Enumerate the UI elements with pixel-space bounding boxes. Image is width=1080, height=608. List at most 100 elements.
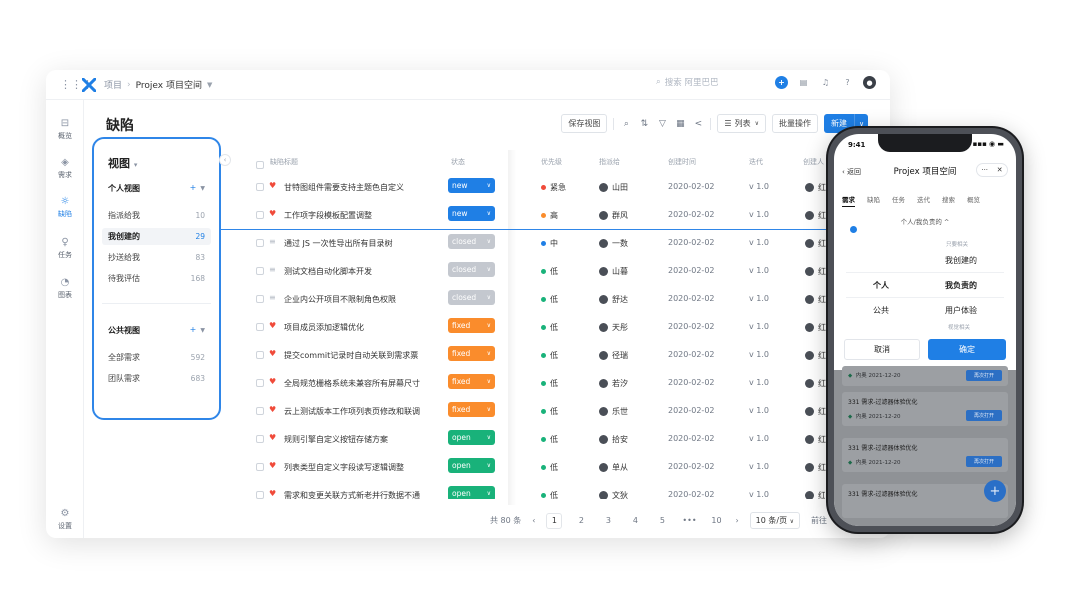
tab-requirements[interactable]: 需求 (842, 194, 855, 207)
priority[interactable]: 紧急 (541, 182, 566, 193)
nav-item-tasks[interactable]: ♀ 任务 (46, 237, 84, 260)
share-icon[interactable]: < (692, 119, 704, 129)
view-filter[interactable]: 个人/我负责的 ^ (834, 216, 1016, 226)
priority[interactable]: 低 (541, 322, 558, 333)
row-checkbox[interactable] (256, 183, 264, 191)
fields-icon[interactable]: ▦ (674, 119, 686, 129)
row-title[interactable]: 测试文档自动化脚本开发 (284, 266, 372, 277)
row-title[interactable]: 甘特图组件需要支持主题色自定义 (284, 182, 404, 193)
row-checkbox[interactable] (256, 379, 264, 387)
table-row[interactable]: ♥ 需求和变更关联方式新老并行数据不通 open ∨ 低 文狄 2020-02-02 v 1.… (255, 481, 825, 499)
nav-item-charts[interactable]: ◔ 图表 (46, 277, 84, 300)
status-dropdown[interactable]: fixed ∨ (448, 402, 495, 417)
page-ellipsis[interactable]: ••• (681, 513, 697, 529)
assignee[interactable]: 群风 (599, 210, 628, 221)
view-item-active[interactable]: 我创建的 29 (102, 228, 211, 245)
row-checkbox[interactable] (256, 463, 264, 471)
status-dropdown[interactable]: open ∨ (448, 430, 495, 445)
reopen-button[interactable]: 再次打开 (966, 456, 1002, 467)
assignee[interactable]: 径瑞 (599, 350, 628, 361)
row-checkbox[interactable] (256, 239, 264, 247)
row-title[interactable]: 提交commit记录时自动关联到需求票 (284, 350, 418, 361)
view-item[interactable]: 团队需求 683 (102, 370, 211, 387)
status-dropdown[interactable]: open ∨ (448, 486, 495, 499)
page-size-select[interactable]: 10 条/页 ∨ (749, 512, 801, 529)
row-checkbox[interactable] (256, 211, 264, 219)
tab-tasks[interactable]: 任务 (892, 194, 905, 207)
reopen-button[interactable]: 再次打开 (966, 370, 1002, 381)
add-icon[interactable]: + (775, 76, 788, 89)
status-dropdown[interactable]: fixed ∨ (448, 318, 495, 333)
row-title[interactable]: 规则引擎自定义按钮存储方案 (284, 434, 388, 445)
row-checkbox[interactable] (256, 267, 264, 275)
select-all-checkbox[interactable] (256, 161, 264, 169)
assignee[interactable]: 天彤 (599, 322, 628, 333)
page-button[interactable]: 1 (546, 512, 563, 529)
priority[interactable]: 中 (541, 238, 558, 249)
option-personal[interactable]: 个人 (873, 280, 889, 291)
table-row[interactable]: ♥ 项目成员添加逻辑优化 fixed ∨ 低 天彤 2020-02-02 v 1.0 红 (255, 313, 826, 341)
row-title[interactable]: 项目成员添加逻辑优化 (284, 322, 364, 333)
priority[interactable]: 高 (541, 210, 558, 221)
row-title[interactable]: 通过 JS 一次性导出所有目录树 (284, 238, 393, 249)
mini-program-capsule[interactable]: ··· ✕ (976, 163, 1008, 177)
priority[interactable]: 低 (541, 406, 558, 417)
status-dropdown[interactable]: closed ∨ (448, 290, 495, 305)
chevron-down-icon[interactable]: ▼ (200, 327, 205, 334)
chevron-down-icon[interactable]: ▼ (207, 81, 212, 89)
add-view-icon[interactable]: + (190, 325, 197, 334)
filter-icon[interactable]: ▽ (656, 119, 668, 129)
page-button[interactable]: 5 (654, 513, 670, 529)
page-button[interactable]: 2 (573, 513, 589, 529)
global-search[interactable]: ⌕ 搜索 阿里巴巴 (656, 76, 718, 88)
nav-item-requirements[interactable]: ◈ 需求 (46, 157, 84, 180)
help-icon[interactable]: ? (841, 76, 854, 89)
table-row[interactable]: ♥ 提交commit记录时自动关联到需求票 fixed ∨ 低 径瑞 2020-02-02 v… (255, 341, 826, 369)
priority[interactable]: 低 (541, 294, 558, 305)
sort-icon[interactable]: ⇅ (638, 119, 650, 129)
assignee[interactable]: 乐世 (599, 406, 628, 417)
priority[interactable]: 低 (541, 266, 558, 277)
list-item[interactable]: 331 需求-过滤器体验优化 ◆ 内奥 2021-12-20 再次打开 (842, 392, 1008, 426)
row-title[interactable]: 列表类型自定义字段读写逻辑调整 (284, 462, 404, 473)
page-button[interactable]: 10 (708, 513, 724, 529)
status-dropdown[interactable]: fixed ∨ (448, 374, 495, 389)
view-item[interactable]: 待我评估 168 (102, 270, 211, 287)
tab-search[interactable]: 搜索 (942, 194, 955, 207)
priority[interactable]: 低 (541, 378, 558, 389)
assignee[interactable]: 山田 (599, 182, 628, 193)
nav-item-defects[interactable]: ☼ 缺陷 (46, 196, 84, 219)
page-button[interactable]: 3 (600, 513, 616, 529)
save-view-button[interactable]: 保存视图 (561, 114, 608, 133)
status-dropdown[interactable]: closed ∨ (448, 234, 495, 249)
priority[interactable]: 低 (541, 462, 558, 473)
list-view-dropdown[interactable]: ☰ 列表 ∨ (717, 114, 766, 133)
bell-icon[interactable]: ♫ (819, 76, 832, 89)
row-title[interactable]: 企业内公开项目不限制角色权限 (284, 294, 396, 305)
page-button[interactable]: 4 (627, 513, 643, 529)
status-dropdown[interactable]: open ∨ (448, 458, 495, 473)
table-row[interactable]: ≡ 测试文档自动化脚本开发 closed ∨ 低 山暮 2020-02-02 v 1.0 红 (255, 257, 826, 285)
status-dropdown[interactable]: fixed ∨ (448, 346, 495, 361)
table-row[interactable]: ♥ 云上测试版本工作项列表页修改和联调 fixed ∨ 低 乐世 2020-02-02 v 1… (255, 397, 826, 425)
option-public[interactable]: 公共 (873, 305, 889, 316)
list-item[interactable]: ◆ 内奥 2021-12-20 再次打开 (842, 366, 1008, 386)
avatar[interactable]: ● (863, 76, 876, 89)
more-icon[interactable]: ··· (981, 166, 988, 174)
table-row[interactable]: ≡ 通过 JS 一次性导出所有目录树 closed ∨ 中 一数 2020-02-02 v 1… (255, 229, 826, 257)
status-dropdown[interactable]: new ∨ (448, 178, 495, 193)
assignee[interactable]: 一数 (599, 238, 628, 249)
views-title[interactable]: 视图 ▾ (108, 155, 137, 171)
reopen-button[interactable]: 再次打开 (966, 410, 1002, 421)
add-view-icon[interactable]: + (190, 183, 197, 192)
tab-defects[interactable]: 缺陷 (867, 194, 880, 207)
row-checkbox[interactable] (256, 323, 264, 331)
row-checkbox[interactable] (256, 295, 264, 303)
row-checkbox[interactable] (256, 491, 264, 499)
option-ux[interactable]: 用户体验 (945, 305, 977, 316)
assignee[interactable]: 单从 (599, 462, 628, 473)
row-title[interactable]: 需求和变更关联方式新老并行数据不通 (284, 490, 420, 499)
table-row[interactable]: ♥ 工作项字段模板配置调整 new ∨ 高 群风 2020-02-02 v 1.0 红 (255, 201, 826, 229)
tab-overview[interactable]: 概览 (967, 194, 980, 207)
assignee[interactable]: 文狄 (599, 490, 628, 499)
